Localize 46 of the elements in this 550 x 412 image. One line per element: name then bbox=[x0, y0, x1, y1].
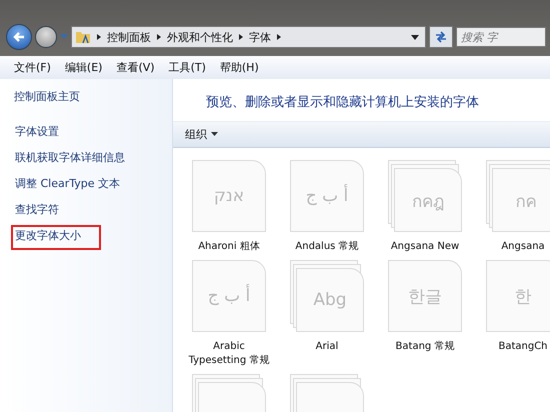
menu-item[interactable]: 工具(T) bbox=[168, 60, 206, 75]
menu-item[interactable]: 编辑(E) bbox=[64, 60, 102, 75]
font-preview: أ ب ج bbox=[306, 186, 348, 206]
separator-arrow-icon bbox=[277, 34, 281, 40]
sidebar-link[interactable]: 联机获取字体详细信息 bbox=[11, 147, 129, 169]
refresh-button[interactable] bbox=[429, 26, 453, 48]
forward-button[interactable] bbox=[35, 26, 57, 48]
font-name: BatangCh bbox=[497, 340, 549, 354]
dropdown-caret-icon[interactable] bbox=[211, 132, 218, 137]
font-name: Andalus 常规 bbox=[294, 240, 360, 254]
font-preview: Abg bbox=[313, 290, 347, 310]
font-name: Batang 常规 bbox=[394, 340, 456, 354]
font-name: Angsana bbox=[500, 240, 546, 254]
font-name: Arial bbox=[314, 340, 340, 354]
font-preview: 한 bbox=[514, 286, 532, 308]
refresh-icon bbox=[434, 31, 448, 43]
font-name: Aharoni 粗体 bbox=[197, 240, 261, 254]
font-name: Angsana New bbox=[390, 240, 460, 254]
left-arrow-icon bbox=[12, 30, 26, 44]
breadcrumb[interactable]: 外观和个性化 bbox=[167, 30, 233, 44]
sidebar-link[interactable]: 更改字体大小 bbox=[11, 225, 101, 250]
font-preview: أ ب ج bbox=[208, 286, 250, 306]
sidebar-link[interactable]: 调整 ClearType 文本 bbox=[11, 173, 124, 195]
font-preview: กคฎ bbox=[412, 190, 444, 214]
page-heading: 预览、删除或者显示和隐藏计算机上安装的字体 bbox=[205, 94, 480, 112]
search-field[interactable]: 搜索 字 bbox=[456, 27, 546, 47]
separator-arrow-icon bbox=[239, 34, 243, 40]
sidebar-link[interactable]: 字体设置 bbox=[11, 121, 63, 143]
breadcrumb[interactable]: 控制面板 bbox=[107, 30, 151, 44]
folder-icon bbox=[75, 29, 91, 45]
font-preview: 한글 bbox=[408, 286, 442, 308]
sidebar-link[interactable]: 控制面板主页 bbox=[14, 89, 80, 105]
font-preview: אנק bbox=[214, 186, 244, 206]
sidebar-link[interactable]: 查找字符 bbox=[11, 199, 63, 221]
menu-item[interactable]: 帮助(H) bbox=[220, 60, 259, 75]
back-button[interactable] bbox=[6, 24, 32, 50]
organize-button[interactable]: 组织 bbox=[185, 125, 207, 144]
separator-arrow-icon bbox=[97, 34, 101, 40]
font-name: Arabic Typesetting 常规 bbox=[188, 340, 270, 368]
menu-item[interactable]: 文件(F) bbox=[14, 60, 51, 75]
breadcrumb[interactable]: 字体 bbox=[249, 30, 271, 44]
font-preview: กค bbox=[516, 190, 536, 214]
address-field[interactable]: 控制面板 外观和个性化 字体 bbox=[71, 26, 426, 48]
separator-arrow-icon bbox=[157, 34, 161, 40]
menu-item[interactable]: 查看(V) bbox=[116, 60, 155, 75]
dropdown-caret-icon[interactable] bbox=[411, 34, 419, 40]
